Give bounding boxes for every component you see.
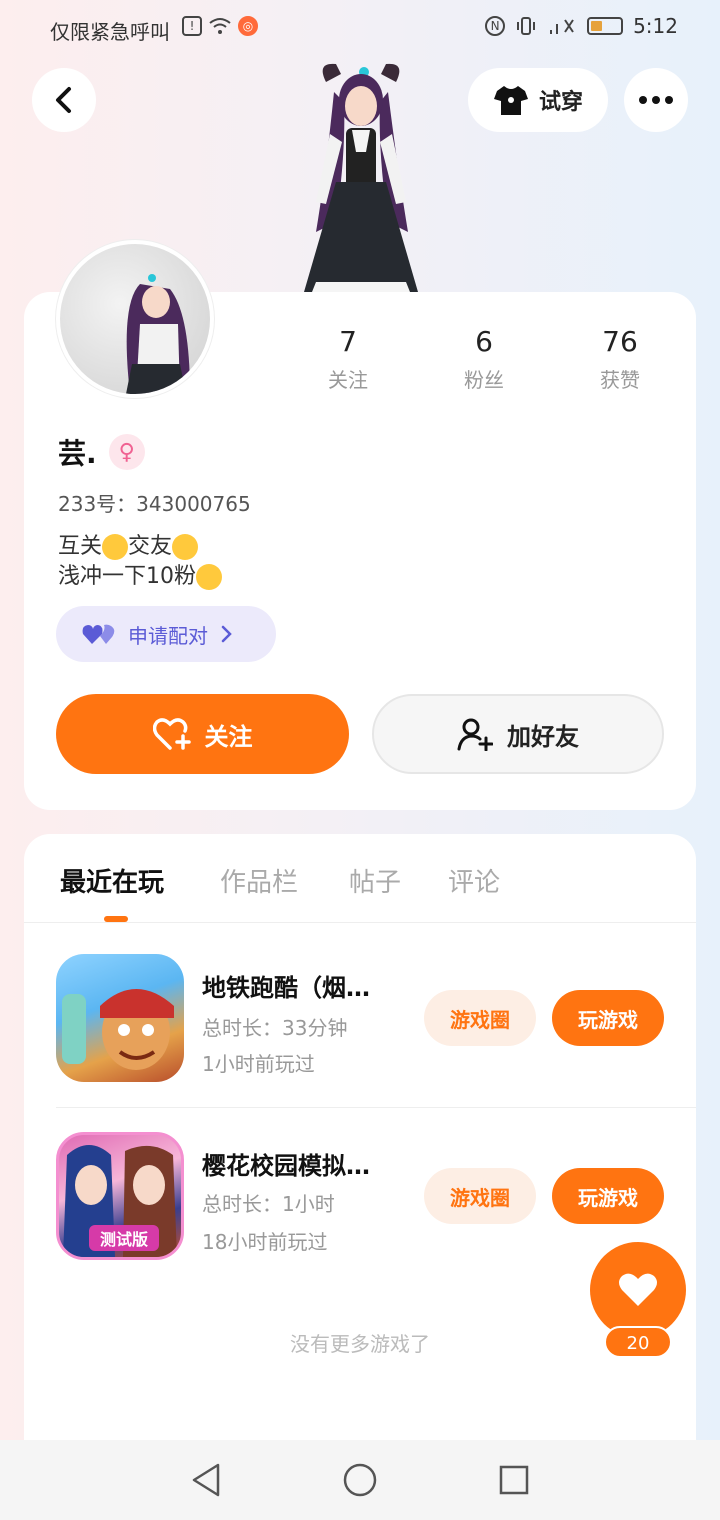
follow-label: 关注: [204, 722, 253, 751]
tab-recently-played[interactable]: 最近在玩: [60, 862, 164, 899]
game-circle-button[interactable]: 游戏圈: [424, 1168, 536, 1224]
tab-comments[interactable]: 评论: [448, 862, 500, 899]
back-button[interactable]: [32, 68, 96, 132]
status-bar: 仅限紧急呼叫 ! ◎ N 5:12: [0, 0, 720, 56]
stat-label: 粉丝: [464, 368, 504, 392]
game-total-time: 总时长：33分钟: [202, 1016, 348, 1040]
more-button[interactable]: [624, 68, 688, 132]
stat-value: 7: [339, 325, 357, 358]
tab-posts[interactable]: 帖子: [349, 862, 401, 899]
game-last-played: 1小时前玩过: [202, 1052, 315, 1076]
game-title[interactable]: 樱花校园模拟…: [202, 1146, 412, 1181]
clock: 5:12: [633, 14, 678, 38]
hd-icon: N: [485, 16, 506, 36]
user-id[interactable]: 233号：343000765: [58, 488, 251, 517]
like-count: 20: [604, 1326, 672, 1358]
avatar[interactable]: [56, 240, 214, 398]
play-game-button[interactable]: 玩游戏: [552, 990, 664, 1046]
game-icon-art: 测试版: [63, 1145, 177, 1257]
add-user-icon: [457, 718, 493, 751]
game-title[interactable]: 地铁跑酷（烟…: [202, 968, 412, 1003]
double-heart-icon: [82, 624, 115, 644]
add-friend-button[interactable]: 加好友: [372, 694, 664, 774]
nav-recents-icon[interactable]: [498, 1464, 530, 1496]
request-pair-label: 申请配对: [128, 623, 208, 648]
stat-likes[interactable]: 76 获赞: [552, 324, 688, 393]
shirt-icon: [493, 86, 528, 115]
alert-icon: !: [182, 16, 202, 36]
divider: [56, 1107, 696, 1108]
game-last-played: 18小时前玩过: [202, 1230, 328, 1254]
profile-stats: 7 关注 6 粉丝 76 获赞: [280, 324, 688, 393]
username-row: 芸. ♀: [58, 432, 145, 472]
avatar-figure[interactable]: [286, 52, 436, 292]
stat-value: 6: [475, 325, 493, 358]
nav-home-icon[interactable]: [342, 1462, 378, 1498]
game-badge: 测试版: [100, 1230, 148, 1249]
bio-line-1: 互关 交友: [58, 532, 222, 562]
game-circle-button[interactable]: 游戏圈: [424, 990, 536, 1046]
like-button[interactable]: [590, 1242, 686, 1338]
try-on-label: 试穿: [538, 90, 583, 115]
add-friend-label: 加好友: [507, 722, 579, 751]
stat-label: 关注: [328, 368, 368, 392]
tab-bar: 最近在玩 作品栏 帖子 评论: [24, 834, 696, 922]
carrier-text: 仅限紧急呼叫: [50, 20, 170, 44]
username: 芸.: [58, 437, 97, 470]
game-row[interactable]: 测试版 樱花校园模拟… 总时长：1小时 18小时前玩过 游戏圈 玩游戏: [56, 1132, 664, 1262]
chevron-right-icon: [221, 625, 232, 643]
stat-label: 获赞: [600, 368, 640, 392]
game-icon[interactable]: 测试版: [56, 1132, 184, 1260]
heart-eyes-emoji-icon: [172, 534, 199, 560]
game-total-time: 总时长：1小时: [202, 1192, 335, 1216]
avatar-image: [60, 244, 210, 394]
bio-line-2: 浅冲一下10粉: [58, 562, 222, 592]
try-on-button[interactable]: 试穿: [468, 68, 608, 132]
heart-icon: [619, 1273, 657, 1306]
divider: [24, 922, 696, 923]
system-nav-bar: [0, 1440, 720, 1520]
heart-plus-icon: [152, 718, 191, 750]
game-icon-art: [62, 989, 174, 1070]
game-row[interactable]: 地铁跑酷（烟… 总时长：33分钟 1小时前玩过 游戏圈 玩游戏: [56, 954, 664, 1084]
tongue-emoji-icon: [196, 564, 222, 590]
stat-followers[interactable]: 6 粉丝: [416, 324, 552, 393]
vibrate-icon: [517, 17, 536, 35]
tab-works[interactable]: 作品栏: [220, 862, 298, 899]
nav-back-icon[interactable]: [190, 1462, 222, 1498]
stat-following[interactable]: 7 关注: [280, 324, 416, 393]
bio: 互关 交友 浅冲一下10粉: [58, 532, 222, 592]
stat-value: 76: [602, 325, 638, 358]
female-icon: ♀: [108, 434, 145, 470]
signal-icon: [550, 19, 574, 34]
wifi-icon: [209, 18, 231, 34]
app-notification-icon: ◎: [238, 16, 258, 36]
more-dots-icon: [639, 96, 673, 104]
follow-button[interactable]: 关注: [56, 694, 349, 774]
request-pair-button[interactable]: 申请配对: [56, 606, 276, 662]
battery-icon: [587, 17, 624, 35]
play-game-button[interactable]: 玩游戏: [552, 1168, 664, 1224]
kiss-emoji-icon: [102, 534, 129, 560]
game-icon[interactable]: [56, 954, 184, 1082]
chevron-left-icon: [56, 87, 71, 113]
